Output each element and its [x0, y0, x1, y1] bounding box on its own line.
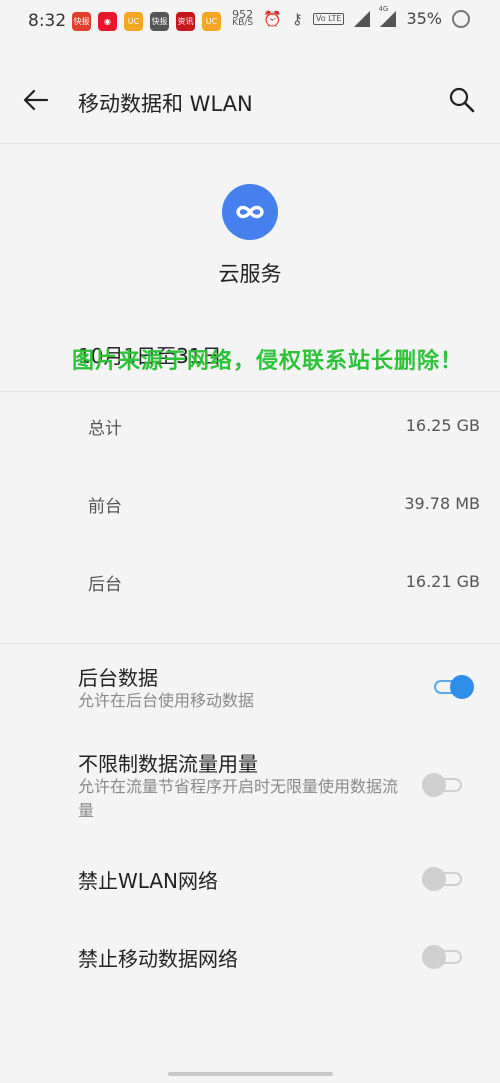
status-time: 8:32 [28, 11, 67, 31]
disable-mobile-data-toggle[interactable] [422, 943, 466, 969]
back-arrow-icon[interactable] [22, 86, 50, 114]
usage-row-total: 总计 16.25 GB [0, 404, 500, 444]
news-app-icon: 资讯 [176, 12, 195, 31]
app-bar: 移动数据和 WLAN [0, 58, 500, 144]
wifi-signal-icon [354, 10, 371, 27]
status-bar: 8:32 快报 ◉ UC 快报 资讯 UC 952 KB/S ⏰ ⚷ Vo LT… [0, 0, 500, 44]
network-speed: 952 KB/S [232, 7, 254, 28]
setting-title: 后台数据 [78, 666, 158, 690]
background-data-toggle[interactable] [430, 673, 474, 699]
setting-subtitle: 允许在流量节省程序开启时无限量使用数据流量 [78, 777, 399, 820]
setting-disable-wlan[interactable]: 禁止WLAN网络 [0, 863, 500, 895]
key-icon: ⚷ [291, 9, 303, 28]
battery-percent: 35% [406, 9, 442, 28]
header-divider [0, 143, 500, 144]
watermark-text: 图片来源于网络，侵权联系站长删除！ [72, 349, 464, 374]
cloud-infinity-icon [236, 205, 264, 219]
usage-value: 16.25 GB [405, 416, 480, 435]
usage-row-background: 后台 16.21 GB [0, 560, 500, 600]
alarm-icon: ⏰ [263, 9, 282, 28]
usage-label: 后台 [88, 575, 122, 595]
usage-label: 总计 [88, 419, 122, 439]
app-name: 云服务 [218, 262, 282, 286]
system-indicators: 952 KB/S ⏰ ⚷ Vo LTE 4G 35% [232, 5, 470, 28]
notification-icons: 快报 ◉ UC 快报 资讯 UC [72, 12, 221, 31]
uc-browser-app-icon: UC [124, 12, 143, 31]
uc-browser-app-icon: UC [202, 12, 221, 31]
disable-wlan-toggle[interactable] [422, 865, 466, 891]
usage-value: 39.78 MB [404, 494, 480, 513]
setting-title: 不限制数据流量用量 [78, 752, 258, 776]
kuaibao-app-icon: 快报 [72, 12, 91, 31]
setting-disable-mobile-data[interactable]: 禁止移动数据网络 [0, 941, 500, 973]
usage-row-foreground: 前台 39.78 MB [0, 482, 500, 522]
weibo-app-icon: ◉ [98, 12, 117, 31]
usage-label: 前台 [88, 497, 122, 517]
volte-icon: Vo LTE [312, 12, 345, 25]
cloud-service-app-icon [222, 184, 278, 240]
cell-signal-icon: 4G [378, 5, 397, 27]
usage-value: 16.21 GB [405, 572, 480, 591]
unrestricted-data-toggle[interactable] [422, 771, 466, 797]
setting-title: 禁止WLAN网络 [78, 869, 219, 893]
setting-title: 禁止移动数据网络 [78, 947, 238, 971]
usage-divider [0, 391, 500, 392]
settings-divider [0, 643, 500, 644]
home-indicator[interactable] [168, 1072, 333, 1076]
page-title: 移动数据和 WLAN [78, 92, 253, 116]
kuaibao-app-icon: 快报 [150, 12, 169, 31]
setting-subtitle: 允许在后台使用移动数据 [78, 691, 255, 710]
battery-icon [452, 9, 470, 28]
setting-background-data[interactable]: 后台数据 允许在后台使用移动数据 [0, 660, 500, 720]
setting-unrestricted-data[interactable]: 不限制数据流量用量 允许在流量节省程序开启时无限量使用数据流量 [0, 746, 500, 826]
search-icon[interactable] [448, 86, 476, 114]
